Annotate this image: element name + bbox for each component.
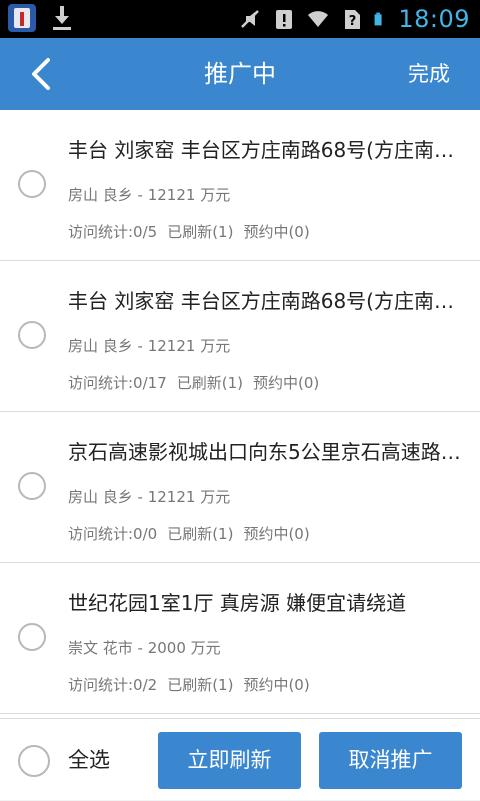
select-radio[interactable] — [18, 321, 46, 349]
refresh-count: 已刷新(1) — [176, 374, 243, 392]
status-bar: ? 18:09 — [0, 0, 480, 38]
listing-stats: 访问统计:0/17 已刷新(1) 预约中(0) — [68, 372, 329, 393]
refresh-now-button[interactable]: 立即刷新 — [158, 732, 301, 789]
booking-count: 预约中(0) — [243, 223, 310, 241]
select-radio[interactable] — [18, 472, 46, 500]
status-bar-left — [8, 4, 74, 32]
header-bar: 推广中 完成 — [0, 38, 480, 110]
select-all-radio[interactable] — [18, 745, 50, 777]
listing-title: 丰台 刘家窑 丰台区方庄南路68号(方庄南路与蒲方路交汇处) — [68, 138, 468, 162]
listing-title: 世纪花园1室1厅 真房源 嫌便宜请绕道 — [68, 591, 407, 615]
svg-text:?: ? — [349, 14, 357, 29]
visit-stats: 访问统计:0/0 — [68, 525, 158, 543]
visit-stats: 访问统计:0/2 — [68, 676, 158, 694]
listing-subtitle: 房山 良乡 - 12121 万元 — [68, 337, 231, 355]
visit-stats: 访问统计:0/5 — [68, 223, 158, 241]
list-item[interactable]: 丰台 刘家窑 丰台区方庄南路68号(方庄南路与蒲方路交汇处) 房山 良乡 - 1… — [0, 261, 480, 412]
clock: 18:09 — [398, 5, 470, 33]
no-sim-icon: ? — [345, 10, 361, 29]
listing-stats: 访问统计:0/2 已刷新(1) 预约中(0) — [68, 674, 320, 695]
bottom-action-bar: 全选 立即刷新 取消推广 — [0, 718, 480, 800]
refresh-count: 已刷新(1) — [167, 223, 234, 241]
done-button[interactable]: 完成 — [408, 38, 450, 110]
list-item[interactable]: 世纪花园1室1厅 真房源 嫌便宜请绕道 崇文 花市 - 2000 万元 访问统计… — [0, 563, 480, 714]
status-bar-right: ? 18:09 — [238, 2, 470, 36]
listing-title: 京石高速影视城出口向东5公里京石高速路南侧 — [68, 440, 468, 464]
listing-stats: 访问统计:0/5 已刷新(1) 预约中(0) — [68, 221, 320, 242]
alert-icon — [276, 10, 293, 29]
booking-count: 预约中(0) — [243, 525, 310, 543]
refresh-count: 已刷新(1) — [167, 676, 234, 694]
listing-list: 丰台 刘家窑 丰台区方庄南路68号(方庄南路与蒲方路交汇处) 房山 良乡 - 1… — [0, 110, 480, 718]
select-all-label[interactable]: 全选 — [68, 719, 110, 801]
refresh-count: 已刷新(1) — [167, 525, 234, 543]
mute-icon — [241, 10, 260, 28]
wifi-icon — [308, 11, 329, 27]
select-radio[interactable] — [18, 170, 46, 198]
listing-subtitle: 崇文 花市 - 2000 万元 — [68, 639, 221, 657]
booking-count: 预约中(0) — [243, 676, 310, 694]
visit-stats: 访问统计:0/17 — [68, 374, 167, 392]
cancel-promotion-button[interactable]: 取消推广 — [319, 732, 462, 789]
list-item[interactable]: 丰台 刘家窑 丰台区方庄南路68号(方庄南路与蒲方路交汇处) 房山 良乡 - 1… — [0, 110, 480, 261]
listing-stats: 访问统计:0/0 已刷新(1) 预约中(0) — [68, 523, 320, 544]
battery-icon — [374, 12, 382, 26]
app-notification-icon — [8, 4, 36, 32]
listing-title: 丰台 刘家窑 丰台区方庄南路68号(方庄南路与蒲方路交汇处) — [68, 289, 468, 313]
download-icon — [53, 6, 71, 30]
listing-subtitle: 房山 良乡 - 12121 万元 — [68, 186, 231, 204]
select-radio[interactable] — [18, 623, 46, 651]
listing-subtitle: 房山 良乡 - 12121 万元 — [68, 488, 231, 506]
list-item[interactable]: 京石高速影视城出口向东5公里京石高速路南侧 房山 良乡 - 12121 万元 访… — [0, 412, 480, 563]
booking-count: 预约中(0) — [253, 374, 320, 392]
